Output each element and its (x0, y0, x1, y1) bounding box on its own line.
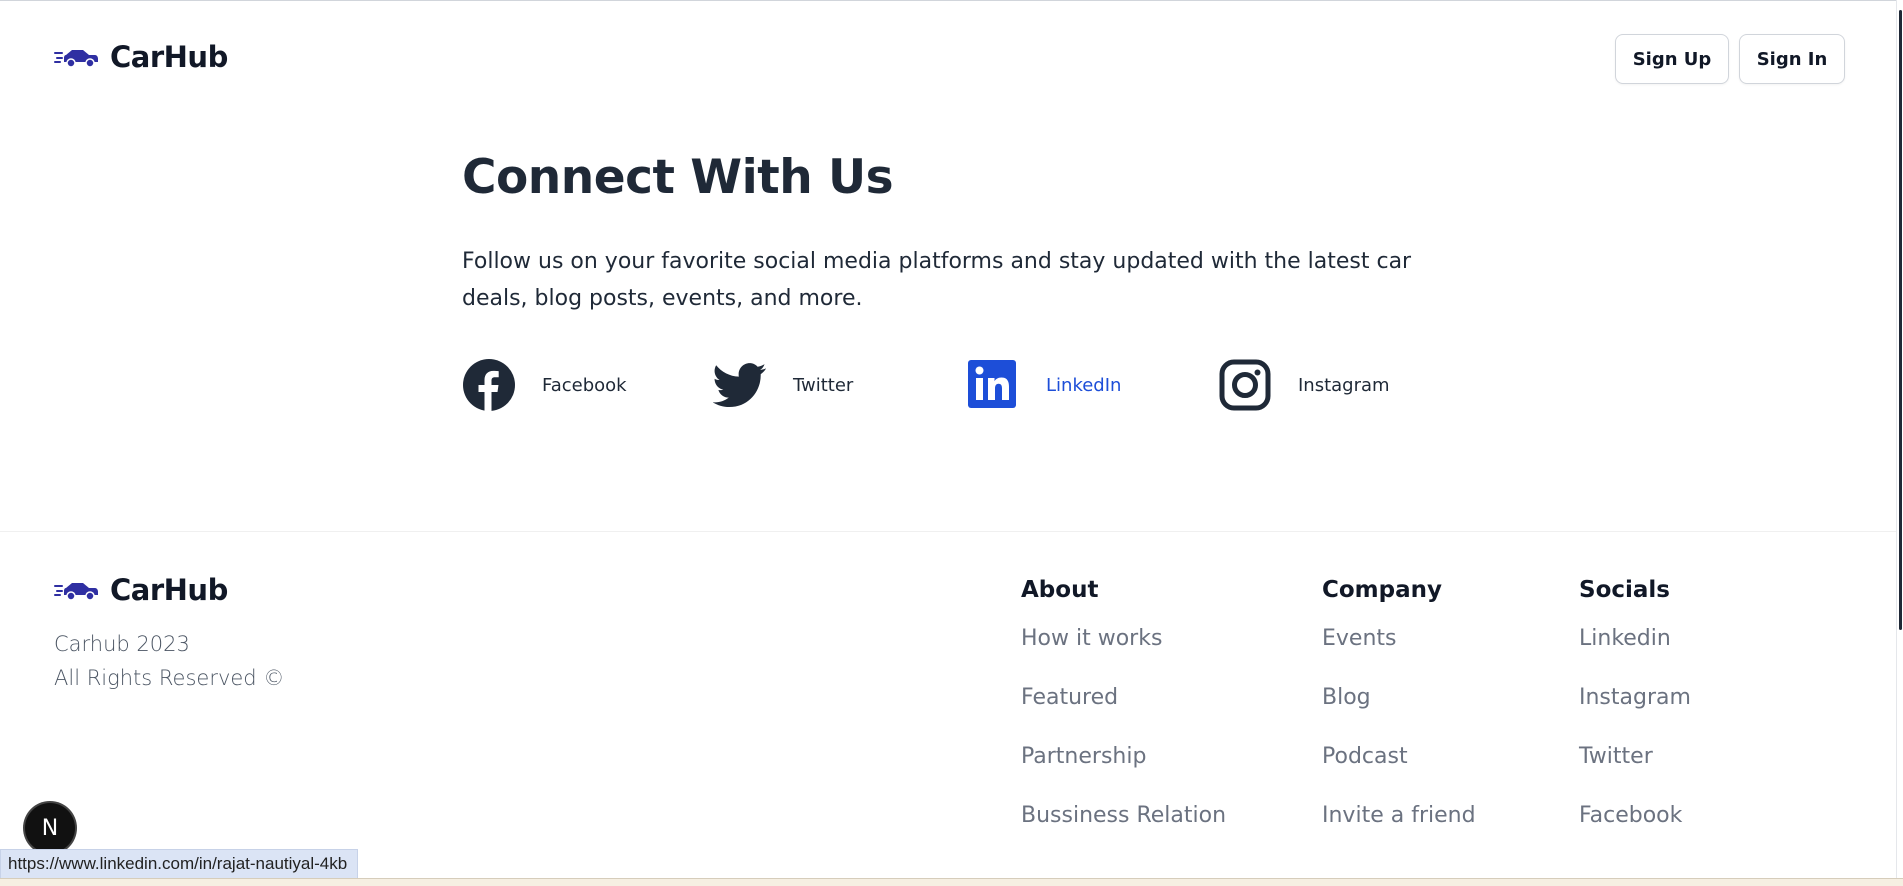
instagram-icon (1219, 359, 1271, 411)
footer-copyright: Carhub 2023 All Rights Reserved © (54, 627, 284, 695)
footer-link-podcast[interactable]: Podcast (1322, 737, 1476, 796)
footer-link-invite-friend[interactable]: Invite a friend (1322, 796, 1476, 855)
linkedin-icon (968, 360, 1016, 408)
footer-link-business-relation[interactable]: Bussiness Relation (1021, 796, 1226, 855)
footer-link-blog[interactable]: Blog (1322, 678, 1476, 737)
connect-title: Connect With Us (462, 150, 894, 205)
footer-column-title: Company (1322, 577, 1442, 603)
window-top-border (0, 0, 1903, 1)
social-link-facebook[interactable]: Facebook (462, 358, 627, 412)
connect-description: Follow us on your favorite social media … (462, 249, 1412, 311)
sign-in-button[interactable]: Sign In (1739, 34, 1845, 84)
status-bar-url: https://www.linkedin.com/in/rajat-nautiy… (0, 849, 359, 879)
footer-link-how-it-works[interactable]: How it works (1021, 619, 1226, 678)
footer-column-title: Socials (1579, 577, 1670, 603)
header-logo[interactable]: CarHub (54, 40, 228, 74)
scrollbar[interactable] (1896, 0, 1903, 885)
footer-link-partnership[interactable]: Partnership (1021, 737, 1226, 796)
footer-divider (0, 531, 1897, 532)
footer-link-events[interactable]: Events (1322, 619, 1476, 678)
footer-link-instagram[interactable]: Instagram (1579, 678, 1691, 737)
footer-link-featured[interactable]: Featured (1021, 678, 1226, 737)
copyright-line-2: All Rights Reserved © (54, 666, 285, 690)
social-link-twitter[interactable]: Twitter (713, 358, 853, 412)
footer-column-socials: Socials Linkedin Instagram Twitter Faceb… (1579, 577, 1691, 855)
copyright-line-1: Carhub 2023 (54, 632, 190, 656)
footer-link-twitter[interactable]: Twitter (1579, 737, 1691, 796)
footer-column-title: About (1021, 577, 1099, 603)
footer-link-linkedin[interactable]: Linkedin (1579, 619, 1691, 678)
social-label-linkedin: LinkedIn (1046, 374, 1122, 396)
social-link-instagram[interactable]: Instagram (1218, 358, 1390, 412)
nextjs-dev-badge[interactable]: N (25, 803, 75, 853)
sign-up-button[interactable]: Sign Up (1615, 34, 1729, 84)
footer-column-company: Company Events Blog Podcast Invite a fri… (1322, 577, 1476, 855)
scrollbar-thumb[interactable] (1899, 10, 1902, 630)
brand-name: CarHub (110, 40, 228, 74)
social-label-twitter: Twitter (793, 374, 854, 396)
footer-logo[interactable]: CarHub (54, 573, 228, 607)
footer-link-facebook[interactable]: Facebook (1579, 796, 1691, 855)
social-label-instagram: Instagram (1298, 374, 1390, 396)
facebook-icon (463, 359, 515, 411)
twitter-icon (713, 363, 767, 408)
social-label-facebook: Facebook (542, 374, 627, 396)
footer-brand-name: CarHub (110, 573, 228, 607)
footer-column-about: About How it works Featured Partnership … (1021, 577, 1226, 855)
car-icon (54, 50, 98, 68)
car-icon (54, 583, 98, 601)
social-link-linkedin[interactable]: LinkedIn (966, 358, 1121, 412)
